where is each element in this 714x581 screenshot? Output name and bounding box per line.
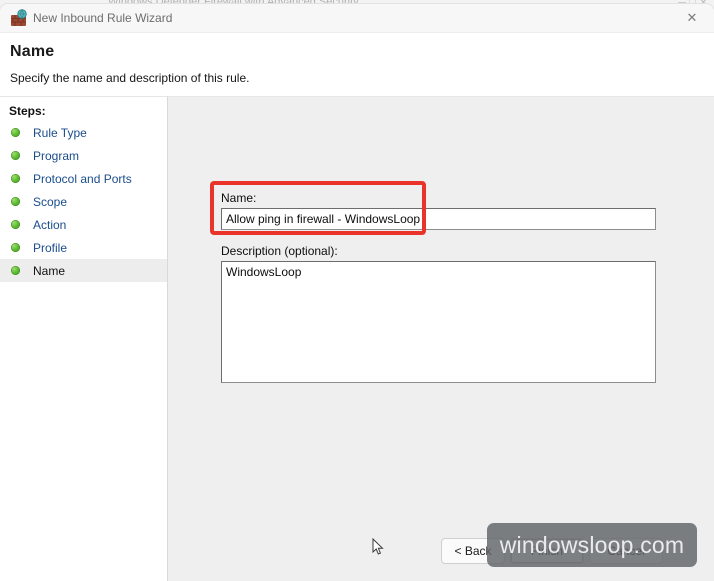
steps-heading: Steps: [9, 104, 46, 118]
sidebar-item-rule-type[interactable]: Rule Type [0, 121, 167, 144]
content-panel: Name: Description (optional): < Back Fin… [168, 96, 714, 581]
step-bullet-icon [11, 220, 20, 229]
sidebar-item-name[interactable]: Name [0, 259, 167, 282]
step-bullet-icon [11, 266, 20, 275]
sidebar-item-label: Program [33, 148, 80, 163]
sidebar-item-label: Action [33, 217, 67, 232]
sidebar-item-label: Name [33, 263, 66, 278]
sidebar-item-label: Scope [33, 194, 68, 209]
name-input[interactable] [221, 208, 656, 230]
sidebar-item-program[interactable]: Program [0, 144, 167, 167]
steps-list: Rule Type Program Protocol and Ports Scope A… [0, 121, 167, 282]
description-field-label: Description (optional): [221, 244, 338, 258]
step-bullet-icon [11, 197, 20, 206]
sidebar-item-action[interactable]: Action [0, 213, 167, 236]
title-bar: New Inbound Rule Wizard ✕ [0, 4, 714, 33]
sidebar-item-scope[interactable]: Scope [0, 190, 167, 213]
new-inbound-rule-wizard-dialog: New Inbound Rule Wizard ✕ Name Specify t… [0, 4, 714, 581]
close-icon[interactable]: ✕ [670, 4, 714, 32]
sidebar-item-protocol-and-ports[interactable]: Protocol and Ports [0, 167, 167, 190]
page-title: Name [10, 43, 55, 60]
step-bullet-icon [11, 243, 20, 252]
firewall-brick-wall-icon [10, 9, 28, 27]
back-button[interactable]: < Back [441, 538, 505, 564]
step-bullet-icon [11, 174, 20, 183]
page-subtitle: Specify the name and description of this… [10, 71, 250, 85]
step-bullet-icon [11, 128, 20, 137]
finish-button[interactable]: Finish [510, 538, 584, 564]
sidebar-item-label: Profile [33, 240, 68, 255]
sidebar-item-label: Rule Type [33, 125, 87, 140]
step-bullet-icon [11, 151, 20, 160]
dialog-footer: < Back Finish Cancel [168, 538, 714, 564]
dialog-body: Steps: Rule Type Program Protocol and Port… [0, 96, 714, 581]
cancel-button[interactable]: Cancel [589, 538, 663, 564]
sidebar-item-label: Protocol and Ports [33, 171, 132, 186]
sidebar-item-profile[interactable]: Profile [0, 236, 167, 259]
window-title: New Inbound Rule Wizard [33, 11, 173, 25]
steps-sidebar: Steps: Rule Type Program Protocol and Port… [0, 96, 168, 581]
description-input[interactable] [221, 261, 656, 383]
name-field-label: Name: [221, 191, 257, 205]
page-header: Name Specify the name and description of… [0, 33, 714, 96]
